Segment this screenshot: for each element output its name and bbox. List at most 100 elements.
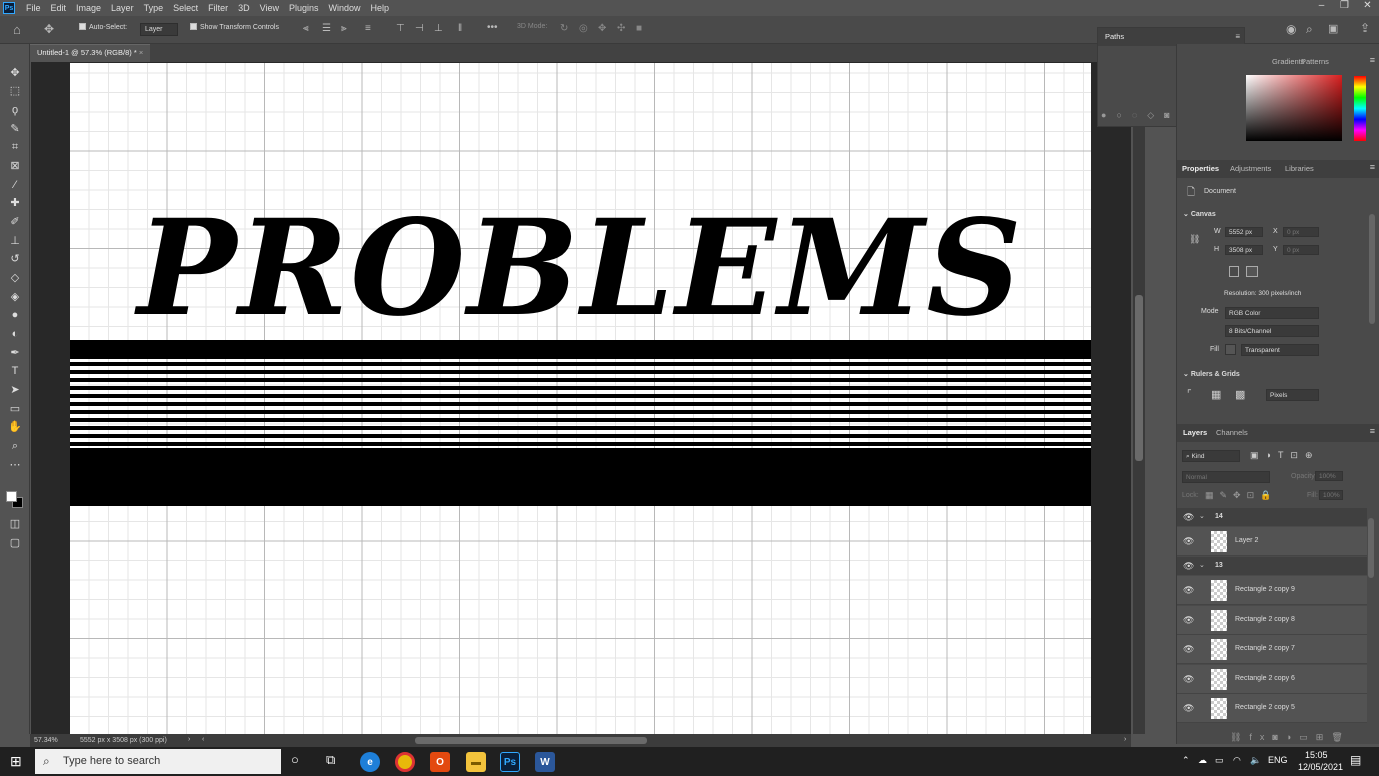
lasso-tool-icon[interactable]: ϙ [8, 103, 22, 117]
menu-help[interactable]: Help [366, 3, 395, 13]
align-right-icon[interactable]: ⫸ [341, 23, 347, 34]
menu-type[interactable]: Type [139, 3, 169, 13]
menu-image[interactable]: Image [71, 3, 106, 13]
tray-network-alert-icon[interactable]: ☁ [1198, 755, 1207, 766]
x-field[interactable]: 0 px [1283, 227, 1319, 237]
document-canvas[interactable]: PROBLEMS [70, 63, 1091, 734]
office-icon[interactable]: O [430, 752, 450, 772]
link-icon[interactable]: ⛓ [1189, 234, 1200, 245]
fill-path-icon[interactable]: ● [1101, 110, 1106, 121]
dodge-tool-icon[interactable]: ◐ [8, 327, 22, 341]
visibility-eye-icon[interactable]: 👁 [1183, 703, 1194, 714]
bit-depth-dropdown[interactable]: 8 Bits/Channel [1225, 325, 1319, 337]
move-tool-icon[interactable]: ✥ [8, 66, 22, 80]
vertical-scroll-thumb[interactable] [1135, 295, 1143, 461]
brush-tool-icon[interactable]: ✐ [8, 215, 22, 229]
menu-layer[interactable]: Layer [106, 3, 139, 13]
search-icon[interactable]: ⌕ [1306, 22, 1313, 37]
ruler-icon[interactable]: ⌜ [1187, 389, 1192, 400]
tab-layers[interactable]: Layers [1183, 428, 1207, 437]
path-select-icon[interactable]: ➤ [8, 383, 22, 397]
fill-opacity-field[interactable]: 100% [1319, 490, 1343, 500]
quick-select-tool-icon[interactable]: ✎ [8, 122, 22, 136]
layer-row[interactable]: 👁 Rectangle 2 copy 7 [1177, 635, 1367, 664]
chrome-icon[interactable] [395, 752, 415, 772]
windows-start-icon[interactable]: ⊞ [10, 753, 22, 770]
close-icon[interactable]: ✕ [1356, 0, 1379, 16]
opacity-field[interactable]: 100% [1315, 471, 1343, 481]
3d-camera-icon[interactable]: ■ [636, 23, 642, 34]
align-bottom-icon[interactable]: ⊥ [434, 23, 443, 34]
fill-dropdown[interactable]: Transparent [1241, 344, 1319, 356]
canvas-section-header[interactable]: ⌄ Canvas [1183, 210, 1216, 218]
marquee-tool-icon[interactable]: ⬚ [8, 84, 22, 98]
height-field[interactable]: 3508 px [1225, 245, 1263, 255]
layer-footer-icons[interactable]: ⛓fx◙◑▭⊞🗑 [1230, 732, 1351, 743]
layer-filter-kind[interactable]: ⌕ Kind [1182, 450, 1240, 462]
more-tools-icon[interactable]: ⋯ [8, 458, 22, 472]
visibility-eye-icon[interactable]: 👁 [1183, 674, 1194, 685]
tab-channels[interactable]: Channels [1216, 428, 1248, 437]
panel-menu-icon[interactable]: ≡ [1235, 32, 1240, 41]
document-tab[interactable]: Untitled-1 @ 57.3% (RGB/8) * × [30, 44, 151, 62]
scroll-right-icon[interactable]: › [1124, 736, 1126, 743]
distribute-icon[interactable]: ≡ [365, 23, 371, 34]
visibility-eye-icon[interactable]: 👁 [1183, 644, 1194, 655]
account-icon[interactable]: ◉ [1286, 22, 1296, 36]
stroke-path-icon[interactable]: ○ [1116, 110, 1121, 121]
layer-row[interactable]: 👁 Rectangle 2 copy 8 [1177, 606, 1367, 635]
panel-menu-icon[interactable]: ≡ [1370, 162, 1375, 172]
share-icon[interactable]: ⇪ [1360, 21, 1370, 35]
photoshop-taskbar-icon[interactable]: Ps [500, 752, 520, 772]
volume-icon[interactable]: 🔈 [1250, 755, 1261, 766]
menu-filter[interactable]: Filter [203, 3, 233, 13]
word-icon[interactable]: W [535, 752, 555, 772]
type-tool-icon[interactable]: T [8, 364, 22, 378]
tab-patterns[interactable]: Patterns [1301, 57, 1329, 66]
status-expand-icon[interactable]: › [188, 736, 190, 743]
visibility-eye-icon[interactable]: 👁 [1183, 512, 1194, 523]
mode-dropdown[interactable]: RGB Color [1225, 307, 1319, 319]
clock-date[interactable]: 12/05/2021 [1298, 762, 1343, 772]
3d-rotate-icon[interactable]: ↻ [560, 23, 568, 34]
layer-row[interactable]: 👁 Layer 2 [1177, 527, 1367, 556]
pen-tool-icon[interactable]: ✒ [8, 346, 22, 360]
group-expand-icon[interactable]: ⌄ [1199, 561, 1205, 569]
language-indicator[interactable]: ENG [1268, 755, 1288, 765]
restore-icon[interactable]: ❐ [1333, 0, 1356, 16]
add-mask-icon[interactable]: ◙ [1164, 110, 1169, 121]
layers-scroll-thumb[interactable] [1368, 518, 1374, 578]
layer-filter-icons[interactable]: ▣◑T⊡⊕ [1250, 450, 1320, 461]
stamp-tool-icon[interactable]: ⊥ [8, 234, 22, 248]
hue-slider[interactable] [1354, 76, 1366, 141]
make-work-path-icon[interactable]: ◇ [1147, 110, 1154, 121]
visibility-eye-icon[interactable]: 👁 [1183, 585, 1194, 596]
tray-arrow-icon[interactable]: ⌃ [1182, 755, 1190, 766]
cortana-icon[interactable]: ○ [291, 752, 299, 767]
battery-icon[interactable]: ▭ [1215, 755, 1224, 766]
layer-group[interactable]: 👁 ⌄ 14 [1177, 508, 1367, 526]
tab-libraries[interactable]: Libraries [1285, 164, 1314, 173]
visibility-eye-icon[interactable]: 👁 [1183, 615, 1194, 626]
shape-tool-icon[interactable]: ▭ [8, 402, 22, 416]
file-explorer-icon[interactable]: ▬ [466, 752, 486, 772]
tab-adjustments[interactable]: Adjustments [1230, 164, 1271, 173]
color-field[interactable] [1246, 75, 1342, 141]
show-transform-checkbox[interactable]: Show Transform Controls [190, 23, 279, 31]
clock-time[interactable]: 15:05 [1305, 750, 1328, 760]
guides-icon[interactable]: ▩ [1235, 388, 1245, 401]
healing-brush-icon[interactable]: ✚ [8, 196, 22, 210]
quick-mask-icon[interactable]: ◫ [8, 517, 22, 531]
task-view-icon[interactable]: ⧉ [326, 752, 335, 768]
menu-plugins[interactable]: Plugins [284, 3, 324, 13]
eraser-tool-icon[interactable]: ◇ [8, 271, 22, 285]
3d-roll-icon[interactable]: ◎ [579, 23, 588, 34]
group-expand-icon[interactable]: ⌄ [1199, 512, 1205, 520]
menu-select[interactable]: Select [168, 3, 203, 13]
notifications-icon[interactable]: ▤ [1350, 753, 1361, 767]
layer-row[interactable]: 👁 Rectangle 2 copy 6 [1177, 665, 1367, 694]
3d-slide-icon[interactable]: ✣ [617, 23, 625, 34]
align-left-icon[interactable]: ⫷ [303, 23, 309, 34]
menu-3d[interactable]: 3D [233, 3, 255, 13]
scroll-left-icon[interactable]: ‹ [202, 736, 204, 743]
